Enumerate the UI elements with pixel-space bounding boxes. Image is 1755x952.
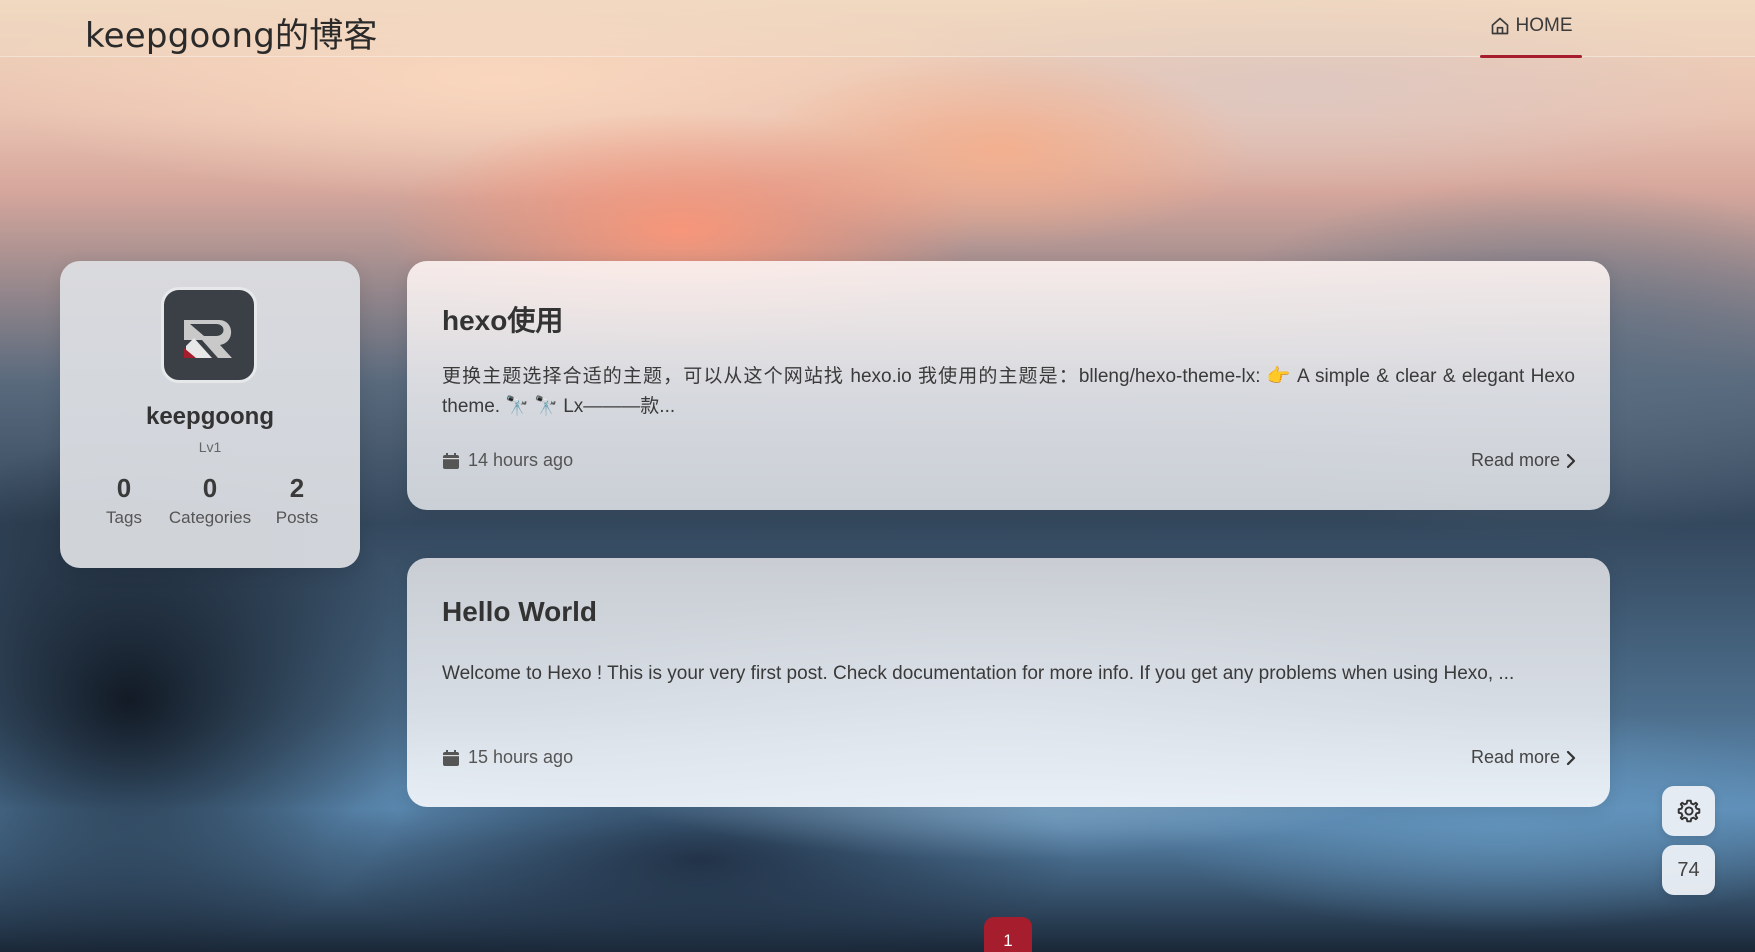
- post-meta: 14 hours ago: [442, 450, 573, 471]
- post-time: 14 hours ago: [468, 450, 574, 470]
- gear-icon: [1677, 799, 1700, 823]
- read-more-link[interactable]: Read more: [1471, 450, 1576, 471]
- home-icon: [1491, 17, 1508, 35]
- chevron-right-icon: [1566, 750, 1576, 765]
- settings-button[interactable]: [1662, 786, 1715, 836]
- profile-level: Lv1: [198, 439, 222, 455]
- read-more-label: Read more: [1470, 450, 1560, 470]
- read-more-label: Read more: [1470, 747, 1560, 767]
- post-time: 15 hours ago: [468, 747, 574, 767]
- post-excerpt: Welcome to Hexo ! This is your very firs…: [442, 663, 1515, 684]
- stat-categories[interactable]: 0 Categories: [161, 473, 259, 528]
- pagination-page-button[interactable]: 1: [984, 917, 1032, 952]
- site-title[interactable]: keepgoong的博客: [85, 8, 378, 57]
- post-excerpt: 更换主题选择合适的主题，可以从这个网站找 hexo.io 我使用的主题是：bll…: [442, 366, 1575, 417]
- calendar-icon: [443, 749, 459, 766]
- logo-avatar-icon: [184, 320, 232, 358]
- stat-posts[interactable]: 2 Posts: [268, 473, 326, 528]
- post-card: hexo使用 更换主题选择合适的主题，可以从这个网站找 hexo.io 我使用的…: [407, 261, 1610, 510]
- nav-home-label: HOME: [1515, 15, 1573, 36]
- nav-active-indicator: [1480, 55, 1582, 58]
- chevron-right-icon: [1566, 453, 1576, 468]
- stat-posts-value: 2: [289, 473, 305, 503]
- profile-name: keepgoong: [145, 403, 274, 430]
- nav-home-link[interactable]: HOME: [1478, 0, 1584, 58]
- stat-tags-value: 0: [116, 473, 132, 503]
- stat-tags-label: Tags: [106, 508, 142, 527]
- post-card: Hello World Welcome to Hexo ! This is yo…: [407, 558, 1610, 807]
- read-more-link[interactable]: Read more: [1471, 747, 1576, 768]
- stat-posts-label: Posts: [275, 508, 319, 527]
- profile-card: keepgoong Lv1 0 Tags 0 Categories 2 Post…: [60, 261, 360, 568]
- stat-categories-value: 0: [202, 473, 218, 503]
- post-meta: 15 hours ago: [442, 747, 573, 768]
- stat-tags[interactable]: 0 Tags: [96, 473, 152, 528]
- top-navbar: keepgoong的博客 HOME: [0, 0, 1755, 58]
- stat-categories-label: Categories: [168, 508, 252, 527]
- calendar-icon: [443, 452, 459, 469]
- post-title[interactable]: Hello World: [442, 596, 597, 628]
- post-title[interactable]: hexo使用: [442, 299, 563, 339]
- avatar[interactable]: [161, 287, 257, 383]
- scroll-progress-button[interactable]: 74: [1662, 845, 1715, 895]
